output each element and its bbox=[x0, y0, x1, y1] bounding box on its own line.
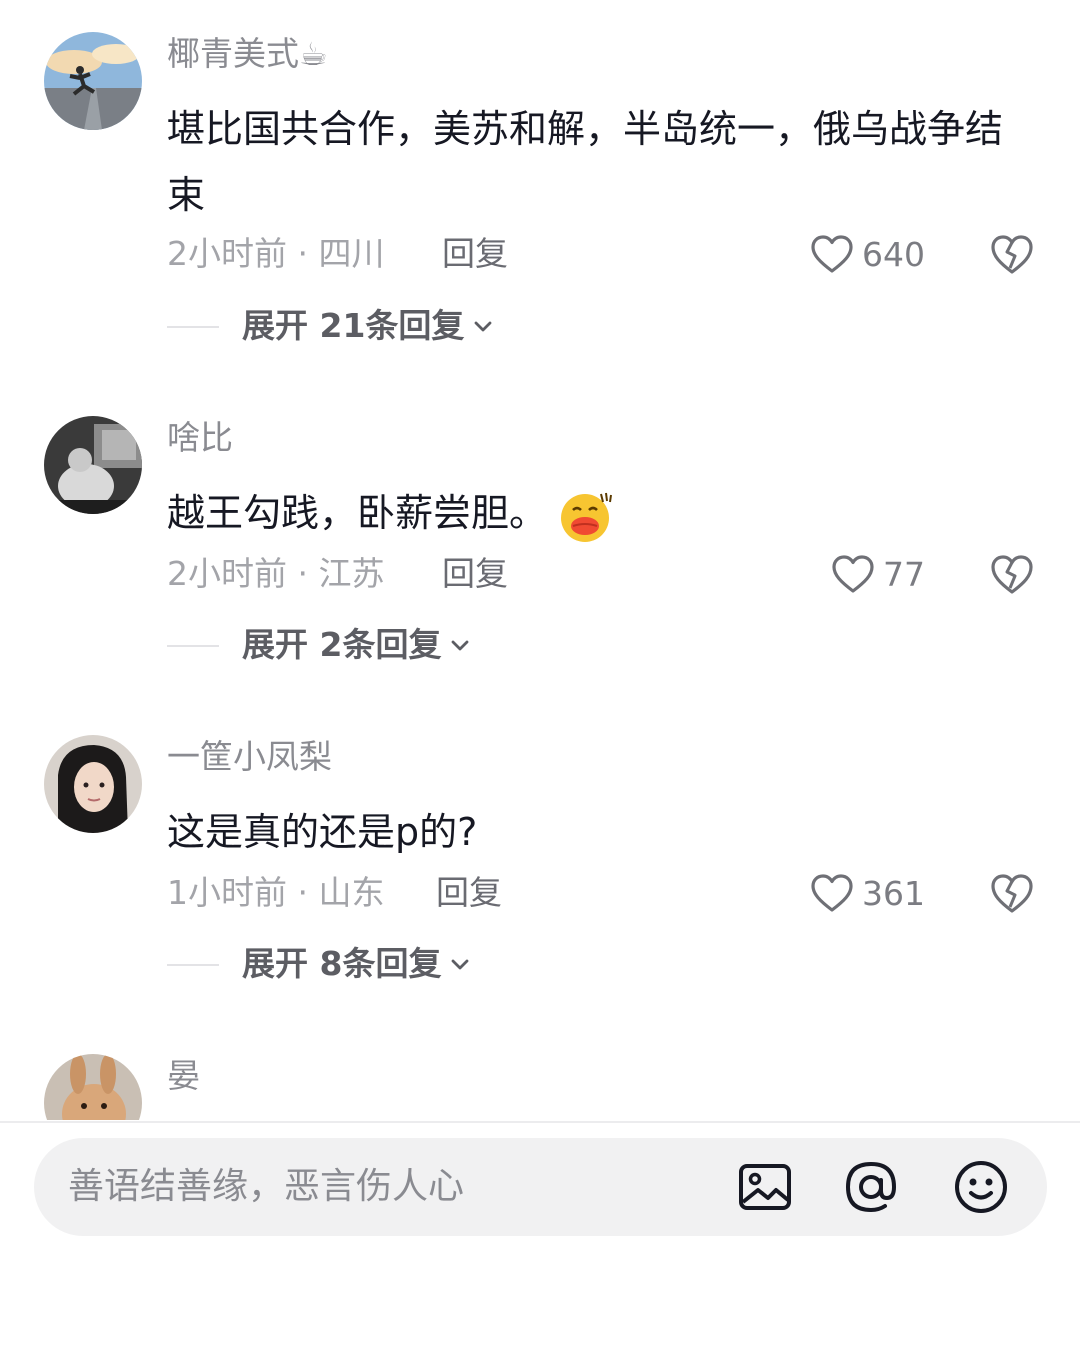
dislike-button[interactable] bbox=[990, 871, 1034, 915]
comment-time-location: 2小时前 · 四川 bbox=[167, 234, 385, 273]
reply-button[interactable]: 回复 bbox=[442, 232, 508, 276]
avatar-girl-portrait-icon bbox=[44, 735, 142, 833]
mention-button[interactable] bbox=[842, 1158, 900, 1216]
comment-input-placeholder[interactable]: 善语结善缘，恶言伤人心 bbox=[68, 1165, 464, 1209]
heart-icon bbox=[811, 874, 853, 912]
broken-heart-icon bbox=[991, 235, 1033, 274]
comment-text: 这是真的还是p的? bbox=[167, 810, 478, 854]
avatar[interactable] bbox=[44, 32, 142, 130]
username[interactable]: 啥比 bbox=[167, 416, 233, 460]
emoji-button[interactable] bbox=[952, 1158, 1010, 1216]
comment-text: 堪比国共合作，美苏和解，半岛统一，俄乌战争结束 bbox=[167, 107, 1004, 217]
like-button[interactable]: 640 bbox=[810, 232, 925, 276]
reply-button[interactable]: 回复 bbox=[442, 552, 508, 596]
avatar[interactable] bbox=[44, 416, 142, 514]
at-icon bbox=[845, 1161, 897, 1213]
broken-heart-icon bbox=[991, 555, 1033, 594]
chevron-down-icon bbox=[452, 640, 469, 651]
like-count: 77 bbox=[883, 554, 925, 594]
expand-replies-label: 展开 21条回复 bbox=[242, 306, 465, 345]
like-count: 361 bbox=[862, 873, 925, 913]
username[interactable]: 一筐小凤梨 bbox=[167, 735, 332, 779]
expand-divider bbox=[167, 645, 219, 647]
emoji-icon bbox=[955, 1161, 1007, 1213]
like-count: 640 bbox=[862, 234, 925, 274]
expand-replies-label: 展开 8条回复 bbox=[242, 944, 442, 983]
expand-divider bbox=[167, 326, 219, 328]
like-button[interactable]: 361 bbox=[810, 871, 925, 915]
comment-text: 越王勾践，卧薪尝胆。 bbox=[167, 480, 1027, 546]
avatar-runner-sky-icon bbox=[44, 32, 142, 130]
like-button[interactable]: 77 bbox=[831, 552, 925, 596]
reply-button[interactable]: 回复 bbox=[436, 871, 502, 915]
dislike-button[interactable] bbox=[990, 232, 1034, 276]
comment-time-location: 2小时前 · 江苏 bbox=[167, 554, 385, 593]
expand-replies-button[interactable]: 展开 21条回复 bbox=[242, 304, 494, 348]
duck-lips-emoji-icon bbox=[561, 492, 613, 542]
chevron-down-icon bbox=[452, 959, 469, 970]
comment-list: 椰青美式☕ 堪比国共合作，美苏和解，半岛统一，俄乌战争结束 2小时前 · 四川 … bbox=[0, 0, 1080, 1120]
broken-heart-icon bbox=[991, 874, 1033, 913]
expand-replies-button[interactable]: 展开 8条回复 bbox=[242, 942, 471, 986]
input-divider bbox=[0, 1121, 1080, 1123]
avatar[interactable] bbox=[44, 735, 142, 833]
username[interactable]: 晏 bbox=[167, 1054, 200, 1098]
heart-icon bbox=[811, 235, 853, 273]
chevron-down-icon bbox=[475, 321, 492, 332]
heart-icon bbox=[832, 555, 874, 593]
image-icon bbox=[739, 1164, 791, 1210]
avatar-rabbit-icon bbox=[44, 1054, 142, 1120]
username-text: 椰青美式 bbox=[167, 34, 299, 73]
comment-input-bar[interactable]: 善语结善缘，恶言伤人心 bbox=[34, 1138, 1047, 1236]
comment-text-body: 越王勾践，卧薪尝胆。 bbox=[167, 491, 548, 535]
expand-divider bbox=[167, 964, 219, 966]
image-button[interactable] bbox=[736, 1158, 794, 1216]
comment-time-location: 1小时前 · 山东 bbox=[167, 873, 385, 912]
coffee-cup-icon: ☕ bbox=[299, 35, 328, 73]
username[interactable]: 椰青美式☕ bbox=[167, 32, 328, 76]
avatar[interactable] bbox=[44, 1054, 142, 1120]
expand-replies-button[interactable]: 展开 2条回复 bbox=[242, 623, 471, 667]
expand-replies-label: 展开 2条回复 bbox=[242, 625, 442, 664]
avatar-grayscale-person-icon bbox=[44, 416, 142, 514]
dislike-button[interactable] bbox=[990, 552, 1034, 596]
